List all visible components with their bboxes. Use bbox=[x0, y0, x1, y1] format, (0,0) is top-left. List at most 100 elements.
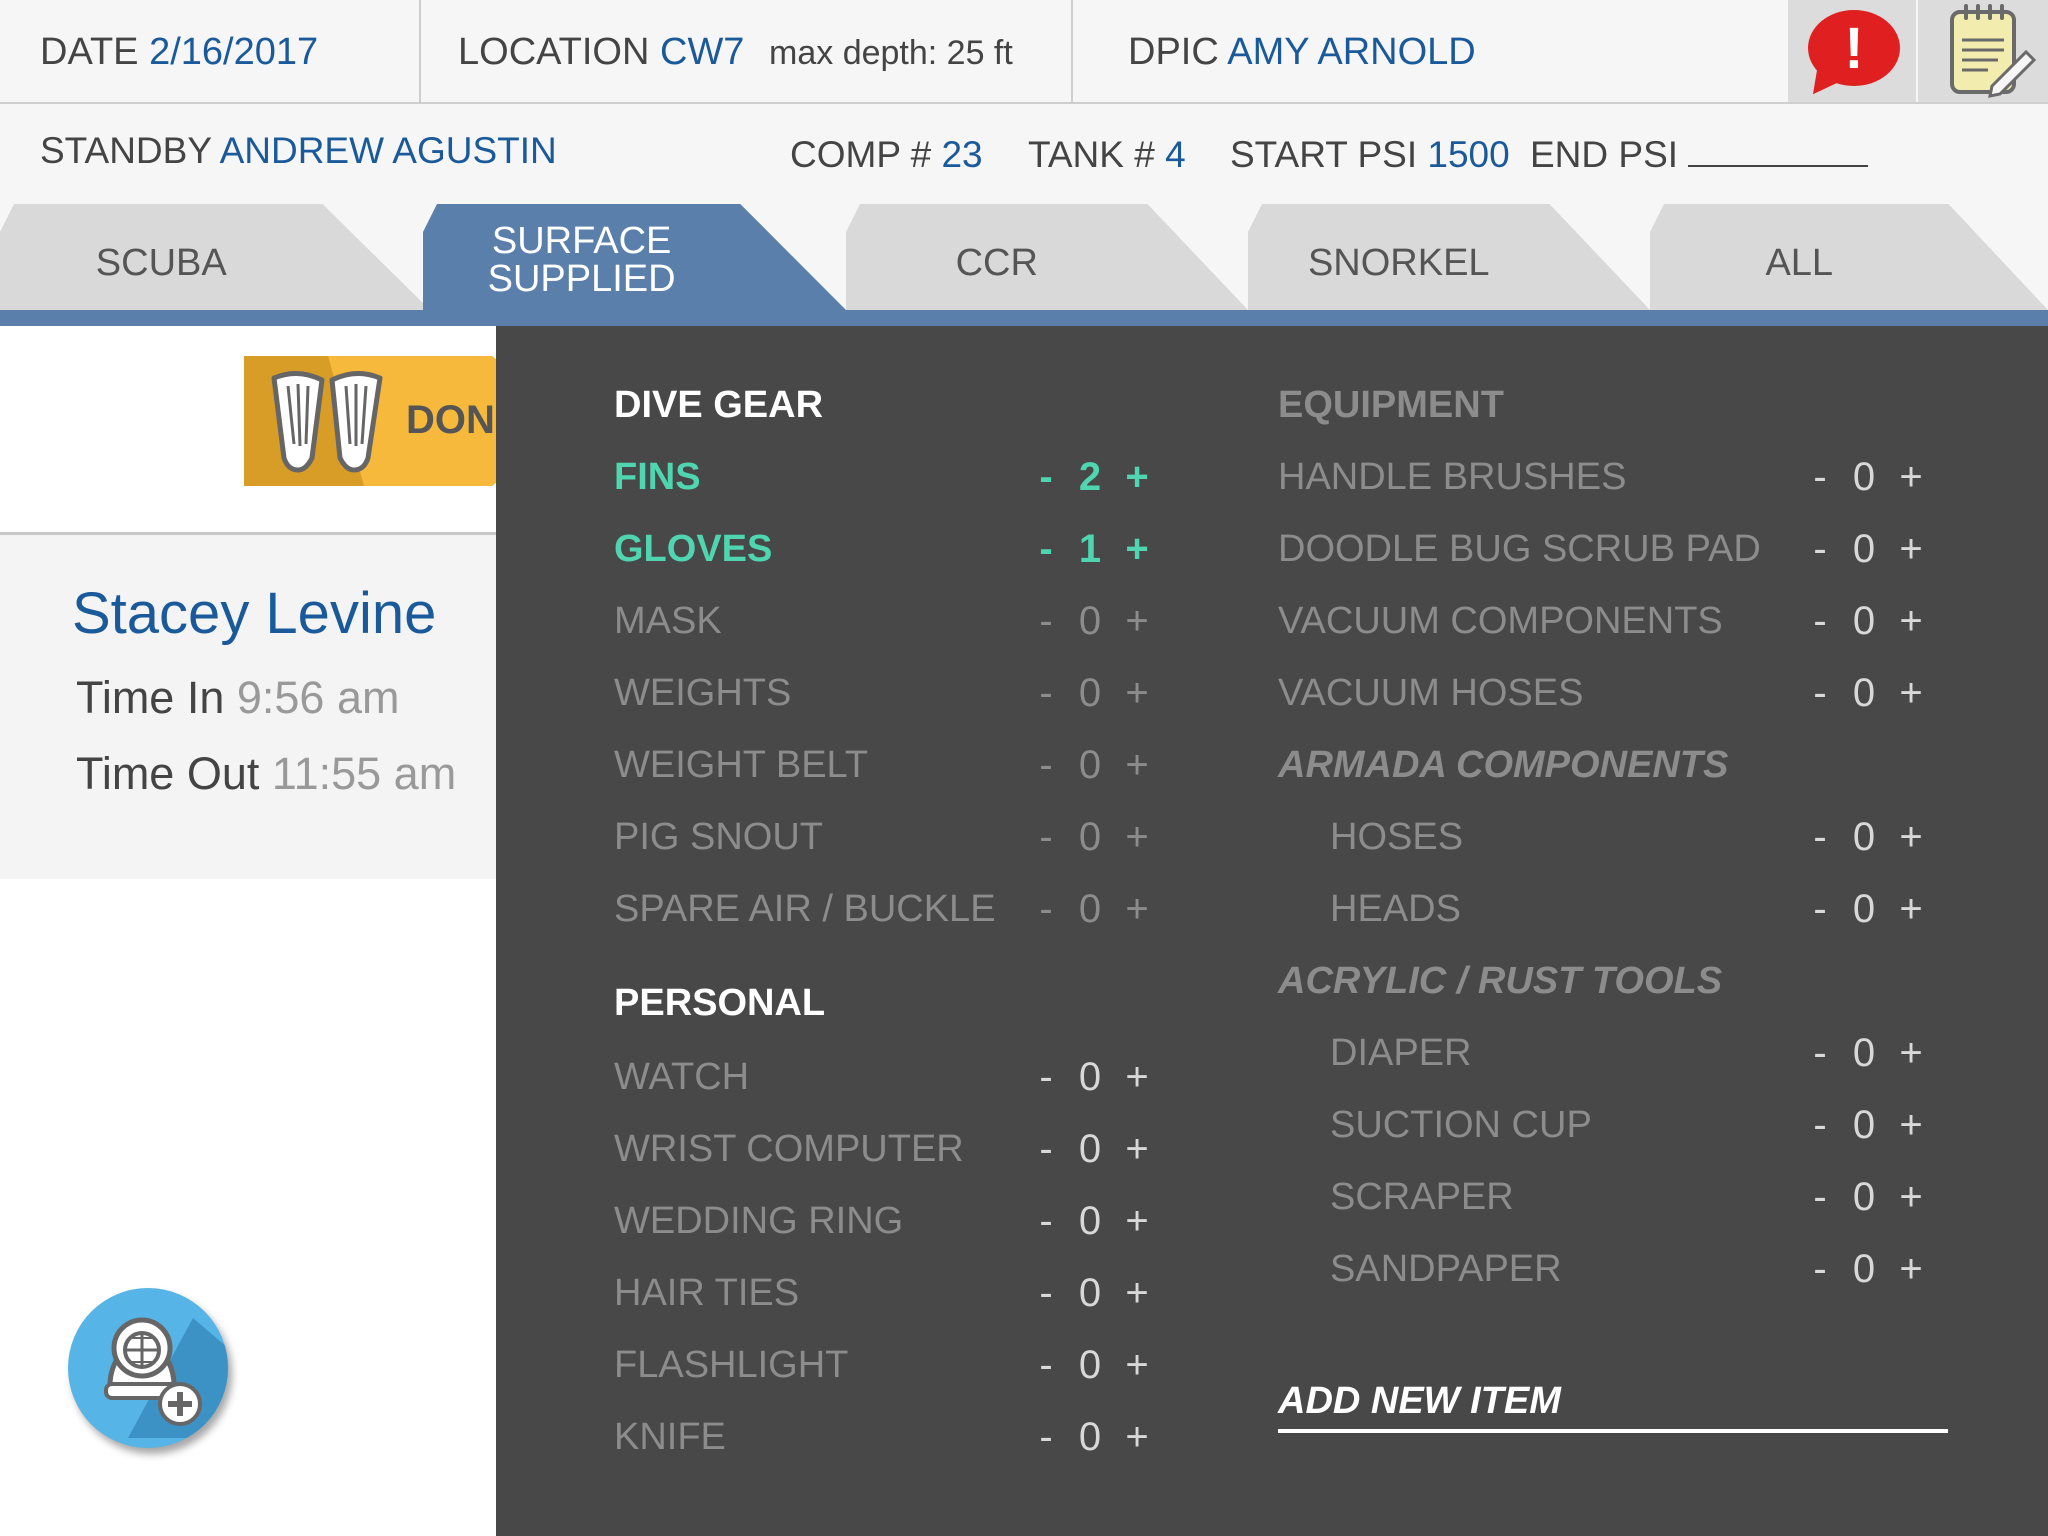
decrement-button[interactable]: - bbox=[1034, 740, 1058, 790]
tab-label: SURFACE SUPPLIED bbox=[487, 220, 676, 300]
increment-button[interactable]: + bbox=[1122, 1268, 1152, 1318]
location-value[interactable]: CW7 bbox=[660, 31, 744, 73]
tab-all[interactable]: ALL bbox=[1650, 204, 2048, 310]
notes-button[interactable] bbox=[1918, 0, 2048, 102]
decrement-button[interactable]: - bbox=[1808, 452, 1832, 502]
tank-value[interactable]: 4 bbox=[1165, 134, 1186, 175]
gear-item-label: MASK bbox=[614, 600, 722, 642]
increment-button[interactable]: + bbox=[1122, 1052, 1152, 1102]
gear-item-label: HEADS bbox=[1330, 888, 1461, 930]
decrement-button[interactable]: - bbox=[1034, 1052, 1058, 1102]
tab-snorkel[interactable]: SNORKEL bbox=[1248, 204, 1650, 310]
armada-heading: ARMADA COMPONENTS bbox=[1278, 744, 1729, 786]
gear-item-hair-ties: HAIR TIES -0 + bbox=[614, 1268, 1214, 1318]
increment-button[interactable]: + bbox=[1122, 884, 1152, 934]
comp-field: COMP # 23 bbox=[790, 134, 983, 176]
quantity-value: 0 bbox=[1078, 671, 1102, 715]
dpic-label: DPIC bbox=[1128, 31, 1219, 73]
decrement-button[interactable]: - bbox=[1034, 1196, 1058, 1246]
increment-button[interactable]: + bbox=[1896, 1172, 1926, 1222]
time-out-value[interactable]: 11:55 am bbox=[272, 748, 456, 799]
standby-value[interactable]: ANDREW AGUSTIN bbox=[220, 130, 557, 171]
decrement-button[interactable]: - bbox=[1808, 1100, 1832, 1150]
increment-button[interactable]: + bbox=[1896, 596, 1926, 646]
gear-item-doodle-bug-scrub-pad: DOODLE BUG SCRUB PAD -0 + bbox=[1278, 524, 1923, 574]
increment-button[interactable]: + bbox=[1122, 524, 1152, 574]
increment-button[interactable]: + bbox=[1122, 452, 1152, 502]
increment-button[interactable]: + bbox=[1896, 668, 1926, 718]
date-value[interactable]: 2/16/2017 bbox=[149, 31, 318, 73]
decrement-button[interactable]: - bbox=[1808, 812, 1832, 862]
gear-item-watch: WATCH -0 + bbox=[614, 1052, 1214, 1102]
start-psi-value[interactable]: 1500 bbox=[1427, 134, 1509, 175]
tab-label: ALL bbox=[1765, 242, 1834, 284]
gear-item-label: VACUUM HOSES bbox=[1278, 672, 1584, 714]
increment-button[interactable]: + bbox=[1122, 1124, 1152, 1174]
alert-button[interactable]: ! bbox=[1788, 0, 1916, 103]
increment-button[interactable]: + bbox=[1896, 812, 1926, 862]
increment-button[interactable]: + bbox=[1896, 1244, 1926, 1294]
gear-item-label: DIAPER bbox=[1330, 1032, 1472, 1074]
equipment-heading: EQUIPMENT bbox=[1278, 384, 1504, 426]
increment-button[interactable]: + bbox=[1122, 668, 1152, 718]
add-new-item-link[interactable]: ADD NEW ITEM bbox=[1278, 1380, 1948, 1433]
increment-button[interactable]: + bbox=[1896, 1028, 1926, 1078]
gear-item-suction-cup: SUCTION CUP -0 + bbox=[1330, 1100, 1930, 1150]
increment-button[interactable]: + bbox=[1122, 1196, 1152, 1246]
quantity-value: 0 bbox=[1078, 1415, 1102, 1459]
dpic-value[interactable]: AMY ARNOLD bbox=[1227, 31, 1475, 73]
comp-value[interactable]: 23 bbox=[941, 134, 982, 175]
header-bar: DATE 2/16/2017 LOCATION CW7 max depth: 2… bbox=[0, 0, 2048, 104]
end-psi-input[interactable] bbox=[1688, 135, 1869, 167]
quantity-value: 0 bbox=[1852, 1031, 1876, 1075]
decrement-button[interactable]: - bbox=[1034, 1340, 1058, 1390]
decrement-button[interactable]: - bbox=[1034, 1268, 1058, 1318]
decrement-button[interactable]: - bbox=[1808, 1244, 1832, 1294]
decrement-button[interactable]: - bbox=[1808, 1172, 1832, 1222]
quantity-value: 1 bbox=[1078, 527, 1102, 571]
gear-item-label: GLOVES bbox=[614, 528, 773, 570]
decrement-button[interactable]: - bbox=[1034, 1124, 1058, 1174]
increment-button[interactable]: + bbox=[1896, 524, 1926, 574]
tab-label: SCUBA bbox=[95, 242, 227, 284]
gear-item-label: DOODLE BUG SCRUB PAD bbox=[1278, 528, 1761, 570]
gear-item-pig-snout: PIG SNOUT -0 + bbox=[614, 812, 1214, 862]
decrement-button[interactable]: - bbox=[1034, 452, 1058, 502]
decrement-button[interactable]: - bbox=[1808, 596, 1832, 646]
gear-item-vacuum-hoses: VACUUM HOSES -0 + bbox=[1278, 668, 1923, 718]
quantity-value: 0 bbox=[1852, 815, 1876, 859]
decrement-button[interactable]: - bbox=[1808, 1028, 1832, 1078]
decrement-button[interactable]: - bbox=[1034, 596, 1058, 646]
tab-ccr[interactable]: CCR bbox=[846, 204, 1248, 310]
decrement-button[interactable]: - bbox=[1034, 1412, 1058, 1462]
gear-item-label: FLASHLIGHT bbox=[614, 1344, 849, 1386]
decrement-button[interactable]: - bbox=[1808, 884, 1832, 934]
dpic-field: DPIC AMY ARNOLD bbox=[1128, 0, 1476, 102]
decrement-button[interactable]: - bbox=[1808, 668, 1832, 718]
gear-item-wedding-ring: WEDDING RING -0 + bbox=[614, 1196, 1214, 1246]
date-field: DATE 2/16/2017 bbox=[40, 0, 318, 102]
increment-button[interactable]: + bbox=[1122, 596, 1152, 646]
decrement-button[interactable]: - bbox=[1034, 812, 1058, 862]
quantity-value: 0 bbox=[1852, 887, 1876, 931]
increment-button[interactable]: + bbox=[1896, 1100, 1926, 1150]
gear-item-vacuum-components: VACUUM COMPONENTS -0 + bbox=[1278, 596, 1923, 646]
increment-button[interactable]: + bbox=[1896, 452, 1926, 502]
gear-item-spare-air-buckle: SPARE AIR / BUCKLE -0 + bbox=[614, 884, 1214, 934]
time-in: Time In 9:56 am bbox=[76, 672, 399, 724]
increment-button[interactable]: + bbox=[1896, 884, 1926, 934]
time-in-value[interactable]: 9:56 am bbox=[237, 672, 400, 723]
dive-info-bar: STANDBY ANDREW AGUSTIN COMP # 23 TANK # … bbox=[0, 104, 2048, 200]
tab-surface-supplied[interactable]: SURFACE SUPPLIED bbox=[423, 204, 846, 310]
decrement-button[interactable]: - bbox=[1034, 524, 1058, 574]
decrement-button[interactable]: - bbox=[1034, 884, 1058, 934]
start-psi-field: START PSI 1500 bbox=[1230, 134, 1510, 176]
increment-button[interactable]: + bbox=[1122, 1340, 1152, 1390]
decrement-button[interactable]: - bbox=[1034, 668, 1058, 718]
increment-button[interactable]: + bbox=[1122, 1412, 1152, 1462]
tab-scuba[interactable]: SCUBA bbox=[0, 204, 430, 310]
increment-button[interactable]: + bbox=[1122, 812, 1152, 862]
add-diver-button[interactable] bbox=[68, 1288, 228, 1448]
increment-button[interactable]: + bbox=[1122, 740, 1152, 790]
decrement-button[interactable]: - bbox=[1808, 524, 1832, 574]
